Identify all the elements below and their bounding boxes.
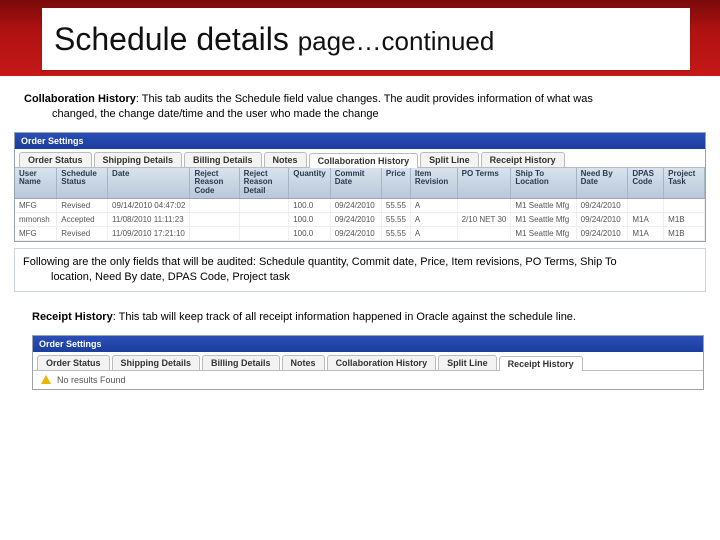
tab-notes[interactable]: Notes xyxy=(264,152,307,167)
tab-split-line[interactable]: Split Line xyxy=(420,152,479,167)
collab-history-text-1: : This tab audits the Schedule field val… xyxy=(136,93,593,105)
note-line-1: Following are the only fields that will … xyxy=(23,256,617,268)
col-quantity[interactable]: Quantity xyxy=(289,168,330,199)
col-schedule-status[interactable]: Schedule Status xyxy=(57,168,108,199)
collab-history-table: User Name Schedule Status Date Reject Re… xyxy=(15,168,705,241)
receipt-history-label: Receipt History xyxy=(32,311,113,323)
collab-history-text-2: changed, the change date/time and the us… xyxy=(24,107,706,122)
tab-receipt-history[interactable]: Receipt History xyxy=(499,356,583,371)
tab-order-status[interactable]: Order Status xyxy=(19,152,92,167)
table-row: MFG Revised 09/14/2010 04:47:02 100.0 09… xyxy=(15,199,705,213)
collab-history-label: Collaboration History xyxy=(24,93,136,105)
title-sub: page…continued xyxy=(298,26,495,56)
col-project-task[interactable]: Project Task xyxy=(664,168,705,199)
tab-billing-details[interactable]: Billing Details xyxy=(202,355,280,370)
tab-strip: Order Status Shipping Details Billing De… xyxy=(33,352,703,371)
tab-strip: Order Status Shipping Details Billing De… xyxy=(15,149,705,168)
receipt-history-description: Receipt History: This tab will keep trac… xyxy=(14,310,706,325)
col-need-by-date[interactable]: Need By Date xyxy=(576,168,628,199)
tab-order-status[interactable]: Order Status xyxy=(37,355,110,370)
tab-billing-details[interactable]: Billing Details xyxy=(184,152,262,167)
order-settings-panel-collab: Order Settings Order Status Shipping Det… xyxy=(14,132,706,242)
panel-title: Order Settings xyxy=(33,336,703,352)
col-ship-to-location[interactable]: Ship To Location xyxy=(511,168,576,199)
tab-shipping-details[interactable]: Shipping Details xyxy=(112,355,201,370)
col-po-terms[interactable]: PO Terms xyxy=(457,168,511,199)
order-settings-panel-receipt: Order Settings Order Status Shipping Det… xyxy=(32,335,704,390)
tab-receipt-history[interactable]: Receipt History xyxy=(481,152,565,167)
audited-fields-note: Following are the only fields that will … xyxy=(14,248,706,292)
no-results-row: No results Found xyxy=(33,371,703,389)
col-reject-reason-code[interactable]: Reject Reason Code xyxy=(190,168,239,199)
col-item-revision[interactable]: Item Revision xyxy=(410,168,457,199)
page-title: Schedule details page…continued xyxy=(54,21,494,58)
warning-icon xyxy=(41,375,51,384)
table-header-row: User Name Schedule Status Date Reject Re… xyxy=(15,168,705,199)
table-row: mmonsh Accepted 11/08/2010 11:11:23 100.… xyxy=(15,213,705,227)
tab-split-line[interactable]: Split Line xyxy=(438,355,497,370)
title-banner: Schedule details page…continued xyxy=(0,0,720,76)
col-reject-reason-detail[interactable]: Reject Reason Detail xyxy=(239,168,289,199)
col-user-name[interactable]: User Name xyxy=(15,168,57,199)
tab-notes[interactable]: Notes xyxy=(282,355,325,370)
col-price[interactable]: Price xyxy=(381,168,410,199)
collab-history-description: Collaboration History: This tab audits t… xyxy=(14,92,706,122)
col-date[interactable]: Date xyxy=(108,168,190,199)
tab-collaboration-history[interactable]: Collaboration History xyxy=(309,153,419,168)
col-commit-date[interactable]: Commit Date xyxy=(330,168,381,199)
col-dpas-code[interactable]: DPAS Code xyxy=(628,168,664,199)
receipt-history-text: : This tab will keep track of all receip… xyxy=(113,311,576,323)
no-results-text: No results Found xyxy=(57,375,126,385)
title-main: Schedule details xyxy=(54,21,298,57)
tab-shipping-details[interactable]: Shipping Details xyxy=(94,152,183,167)
table-row: MFG Revised 11/09/2010 17:21:10 100.0 09… xyxy=(15,227,705,241)
tab-collaboration-history[interactable]: Collaboration History xyxy=(327,355,437,370)
note-line-2: location, Need By date, DPAS Code, Proje… xyxy=(23,270,697,285)
panel-title: Order Settings xyxy=(15,133,705,149)
title-card: Schedule details page…continued xyxy=(42,8,690,70)
